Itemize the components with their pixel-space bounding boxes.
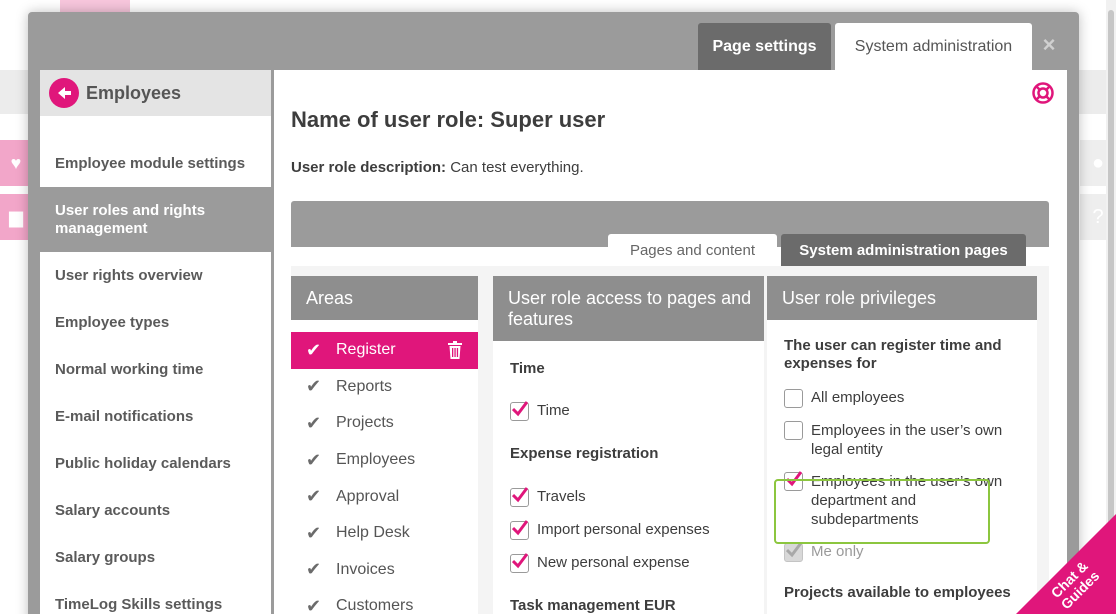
tab-system-administration-pages[interactable]: System administration pages [781,234,1026,266]
sidebar-item-employee-module-settings[interactable]: Employee module settings [40,140,271,187]
section-title-time: Time [510,360,545,377]
sidebar-item-salary-groups[interactable]: Salary groups [40,534,271,581]
tab-page-settings[interactable]: Page settings [698,23,831,70]
areas-list: ✔ Register ✔ Reports ✔ Projects ✔ Employees … [291,332,478,614]
main-panel: Name of user role: Super user User role … [274,70,1067,614]
tab-pages-and-content[interactable]: Pages and content [608,234,777,266]
settings-modal: Page settings System administration × Em… [28,12,1079,614]
sidebar-item-user-rights-overview[interactable]: User rights overview [40,252,271,299]
trash-icon[interactable] [448,341,462,359]
check-icon: ✔ [306,522,322,543]
checkbox-label: New personal expense [537,554,690,571]
checkbox[interactable] [784,421,803,440]
checkbox-label: Me only [811,543,864,560]
checkbox-label: Employees in the user’s own legal entity [811,422,1003,458]
area-label: Customers [336,597,414,614]
section-title-register-for: The user can register time and expenses … [784,337,1002,372]
access-checkbox-import-personal-expenses[interactable]: Import personal expenses [493,520,764,540]
access-checkbox-new-personal-expense[interactable]: New personal expense [493,553,764,573]
check-icon: ✔ [306,486,322,507]
sidebar-item-email-notifications[interactable]: E-mail notifications [40,393,271,440]
checkbox[interactable] [510,520,529,540]
checkbox-label: Travels [537,488,586,505]
access-column: User role access to pages and features T… [493,276,764,614]
check-icon: ✔ [306,559,322,580]
sidebar-item-normal-working-time[interactable]: Normal working time [40,346,271,393]
access-header: User role access to pages and features [493,276,764,341]
checkbox[interactable] [510,401,529,421]
role-description: User role description: Can test everythi… [291,159,584,176]
checkbox-label: Import personal expenses [537,521,710,538]
access-checkbox-travels[interactable]: Travels [493,487,764,507]
role-description-value: Can test everything. [450,159,584,176]
close-button[interactable]: × [1038,34,1060,56]
privilege-option-me-only: Me only [767,542,1037,562]
scrollbar-thumb[interactable] [1108,10,1114,530]
section-title-task-management: Task management EUR [510,597,676,614]
check-icon: ✔ [306,449,322,470]
area-label: Help Desk [336,524,410,542]
checkbox[interactable] [784,389,803,408]
section-title-expense-registration: Expense registration [510,445,659,462]
area-item-employees[interactable]: ✔ Employees [291,442,478,479]
sidebar-item-public-holiday-calendars[interactable]: Public holiday calendars [40,440,271,487]
tab-system-administration[interactable]: System administration [835,23,1032,70]
checkbox[interactable] [510,487,529,507]
lifebuoy-help-icon[interactable] [1032,82,1054,104]
privilege-option-legal-entity[interactable]: Employees in the user’s own legal entity [767,421,1037,459]
sidebar-nav: Employee module settings User roles and … [40,140,271,614]
area-label: Register [336,341,396,359]
check-icon: ✔ [306,412,322,433]
highlight-box [774,479,990,544]
area-item-customers[interactable]: ✔ Customers [291,588,478,614]
area-item-approval[interactable]: ✔ Approval [291,478,478,515]
page-title: Name of user role: Super user [291,107,606,132]
check-icon: ✔ [306,595,322,614]
area-item-projects[interactable]: ✔ Projects [291,405,478,442]
sidebar-header: Employees [40,70,271,116]
sidebar: Employees Employee module settings User … [40,70,271,614]
area-label: Reports [336,377,393,395]
checkbox-label: Time [537,402,570,419]
areas-column: Areas ✔ Register ✔ Reports ✔ Projects ✔ Empl… [291,276,478,614]
sidebar-item-user-roles[interactable]: User roles and rights management [40,187,271,252]
area-item-register[interactable]: ✔ Register [291,332,478,369]
checkbox [784,542,803,562]
chat-guides-button[interactable]: Chat & Guides [1016,514,1116,614]
check-icon: ✔ [306,376,322,397]
area-item-help-desk[interactable]: ✔ Help Desk [291,515,478,552]
areas-header: Areas [291,276,478,320]
sidebar-title: Employees [86,82,182,103]
sidebar-item-timelog-skills-settings[interactable]: TimeLog Skills settings [40,581,271,614]
sidebar-item-employee-types[interactable]: Employee types [40,299,271,346]
privileges-header: User role privileges [767,276,1037,320]
section-title-projects-available: Projects available to employees [784,584,1011,601]
area-label: Projects [336,414,394,432]
role-description-label: User role description: [291,159,447,176]
area-label: Approval [336,487,400,505]
check-icon: ✔ [306,339,322,360]
privileges-column: User role privileges The user can regist… [767,276,1037,614]
area-label: Invoices [336,560,395,578]
background-tab [60,0,130,12]
content-area: Areas ✔ Register ✔ Reports ✔ Projects ✔ Empl… [291,266,1049,614]
area-item-invoices[interactable]: ✔ Invoices [291,552,478,589]
area-item-reports[interactable]: ✔ Reports [291,369,478,406]
checkbox[interactable] [510,553,529,573]
area-label: Employees [336,451,416,469]
back-arrow-icon[interactable] [49,78,79,108]
sidebar-item-salary-accounts[interactable]: Salary accounts [40,487,271,534]
checkbox-label: All employees [811,389,905,406]
access-checkbox-time[interactable]: Time [493,401,764,421]
privilege-option-all-employees[interactable]: All employees [767,389,1037,408]
